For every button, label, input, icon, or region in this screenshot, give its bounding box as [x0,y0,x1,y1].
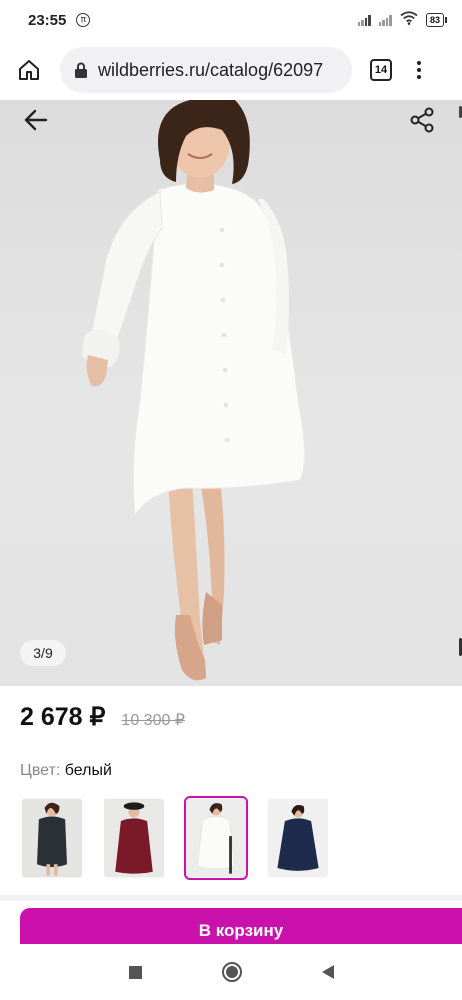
tabs-count-button[interactable]: 14 [370,59,392,81]
system-navigation-bar [0,944,462,1000]
share-button[interactable] [408,106,436,134]
arrow-left-icon [24,109,48,131]
product-photo-illustration [82,100,305,681]
status-bar: 23:55 π 83 [0,0,462,40]
url-text: wildberries.ru/catalog/62097 [98,59,324,80]
browser-menu-button[interactable] [414,61,424,79]
variant-thumb-black[interactable] [20,796,84,880]
variant-thumb-burgundy[interactable] [102,796,166,880]
menu-dot [417,68,421,72]
wifi-icon [400,10,418,30]
share-icon [410,107,434,133]
color-variants [20,796,330,880]
image-counter: 3/9 [20,640,66,666]
battery-indicator: 83 [425,13,448,27]
color-label: Цвет: [20,762,61,779]
browser-toolbar: wildberries.ru/catalog/62097 14 [0,40,462,100]
home-button[interactable] [12,53,46,87]
status-icons: 83 [357,10,448,30]
variant-thumb-white[interactable] [184,796,248,880]
signal-icon [357,14,371,26]
back-button[interactable] [22,106,50,134]
color-row: Цвет: белый [20,762,112,780]
pi-icon: π [76,13,91,27]
variant-image [104,798,164,878]
price-row: 2 678 ₽ 10 300 ₽ [20,702,185,732]
menu-dot [417,75,421,79]
status-time: 23:55 [28,11,67,29]
home-nav-button[interactable] [221,962,242,982]
current-price: 2 678 ₽ [20,703,106,731]
section-divider [0,895,462,901]
menu-dot [417,61,421,65]
variant-thumb-navy[interactable] [266,796,330,880]
lock-icon [74,62,88,78]
home-circle-icon [225,966,238,978]
old-price: 10 300 ₽ [121,712,185,729]
home-icon [19,60,39,80]
variant-image [186,798,246,878]
color-value: белый [64,762,112,779]
product-image[interactable]: 3/9 [0,100,462,686]
back-nav-button[interactable] [321,965,334,979]
variant-image [22,798,82,878]
address-bar[interactable]: wildberries.ru/catalog/62097 [60,47,352,93]
signal-icon-secondary [378,14,392,26]
recent-apps-button[interactable] [128,965,142,979]
variant-image [268,798,328,878]
